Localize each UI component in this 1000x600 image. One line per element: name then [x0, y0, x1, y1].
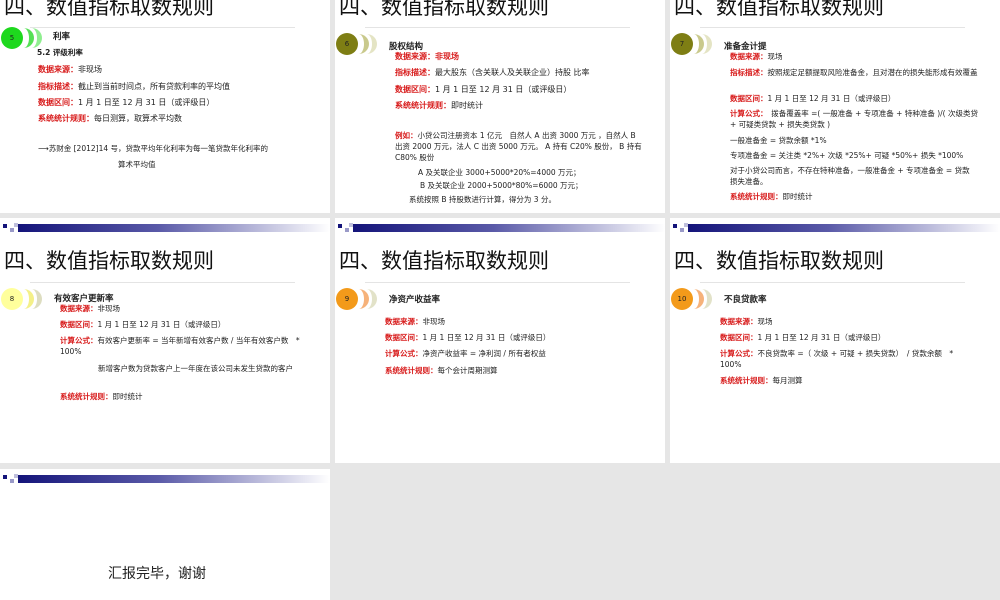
closing-text: 汇报完毕，谢谢 — [108, 566, 206, 582]
divider — [700, 282, 965, 283]
note-cont: 算术平均值 — [118, 160, 156, 169]
reserve-note: 对于小贷公司而言，不存在特种准备，一般准备金 + 专项准备金 = 贷款损失准备。 — [730, 166, 970, 186]
slide-title: 四、数值指标取数规则 — [4, 249, 214, 273]
line-formula: 计算公式：有效客户更新率 = 当年新增有效客户数 / 当年有效客户数 * 100… — [60, 336, 300, 356]
line-formula: 计算公式：不良贷款率 =（ 次级 + 可疑 + 损失贷款） / 贷款余额 * 1… — [720, 349, 954, 369]
general-reserve: 一般准备金 = 贷款余额 *1% — [730, 136, 827, 145]
slide-title: 四、数值指标取数规则 — [339, 249, 549, 273]
slide-8[interactable]: 四、数值指标取数规则 8 有效客户更新率 数据来源：非现场 数据区间：1 月 1… — [0, 218, 330, 463]
slide-title: 四、数值指标取数规则 — [674, 0, 884, 19]
divider — [30, 27, 295, 28]
slide-7[interactable]: 四、数值指标取数规则 7 准备金计提 数据来源：现场 指标描述：按照规定足额提取… — [670, 0, 1000, 213]
line-rule: 系统统计规则：每月测算 — [720, 376, 803, 385]
slide-title: 四、数值指标取数规则 — [4, 0, 214, 19]
divider — [365, 27, 630, 28]
divider — [700, 27, 965, 28]
header-bar — [0, 473, 330, 483]
header-bar — [670, 222, 1000, 232]
line-source: 数据来源：非现场 — [38, 65, 102, 74]
header-bar — [335, 222, 665, 232]
line-rule: 系统统计规则：即时统计 — [730, 192, 813, 201]
calc-b: B 及关联企业 2000+5000*80%=6000 万元； — [420, 181, 583, 190]
divider — [365, 282, 630, 283]
line-source: 数据来源：非现场 — [60, 304, 120, 313]
line-source: 数据来源：现场 — [730, 52, 783, 61]
slide-6[interactable]: 四、数值指标取数规则 6 股权结构 数据来源：非现场 指标描述：最大股东（含关联… — [335, 0, 665, 213]
line-rule: 系统统计规则：即时统计 — [395, 101, 483, 110]
new-customer-note: 新增客户数为贷款客户上一年度在该公司未发生贷款的客户 — [98, 364, 293, 373]
line-rule: 系统统计规则：每日测算，取算术平均数 — [38, 114, 182, 123]
item-title: 利率 — [53, 32, 71, 42]
line-formula: 计算公式： 拨备覆盖率 =( 一般准备 + 专项准备 + 特种准备 )/( 次级… — [730, 109, 978, 129]
number-bullet: 8 — [1, 288, 47, 312]
number-bullet: 10 — [671, 288, 717, 312]
line-rule: 系统统计规则：每个会计周期测算 — [385, 366, 498, 375]
divider — [30, 282, 295, 283]
slide-9[interactable]: 四、数值指标取数规则 9 净资产收益率 数据来源：非现场 数据区间：1 月 1 … — [335, 218, 665, 463]
line-range: 数据区间：1 月 1 日至 12 月 31 日（或评级日） — [385, 333, 551, 342]
line-source: 数据来源：非现场 — [385, 317, 445, 326]
line-range: 数据区间：1 月 1 日至 12 月 31 日（或评级日） — [730, 94, 896, 103]
item-title: 净资产收益率 — [389, 295, 441, 305]
example: 例如：小贷公司注册资本 1 亿元 自然人 A 出资 3000 万元 ，自然人 B… — [395, 131, 642, 162]
line-range: 数据区间：1 月 1 日至 12 月 31 日（或评级日） — [720, 333, 886, 342]
note: ⟶苏财金 [2012]14 号，贷款平均年化利率为每一笔贷款年化利率的 — [38, 144, 269, 153]
line-source: 数据来源：非现场 — [395, 52, 459, 61]
slide-title: 四、数值指标取数规则 — [339, 0, 549, 19]
special-reserve: 专项准备金 = 关注类 *2%+ 次级 *25%+ 可疑 *50%+ 损失 *1… — [730, 151, 964, 160]
line-range: 数据区间：1 月 1 日至 12 月 31 日（或评级日） — [60, 320, 226, 329]
item-subtitle: 5.2 评级利率 — [37, 48, 83, 57]
item-title: 不良贷款率 — [724, 295, 767, 305]
line-range: 数据区间：1 月 1 日至 12 月 31 日（或评级日） — [38, 98, 215, 107]
calc-a: A 及关联企业 3000+5000*20%=4000 万元； — [418, 168, 581, 177]
line-desc: 指标描述：截止到当前时间点，所有贷款利率的平均值 — [38, 82, 230, 91]
number-bullet: 9 — [336, 288, 382, 312]
number-bullet: 7 — [671, 33, 717, 57]
result: 系统按照 B 持股数进行计算，得分为 3 分。 — [409, 195, 556, 204]
line-desc: 指标描述：最大股东（含关联人及关联企业）持股 比率 — [395, 68, 590, 77]
slide-5[interactable]: 四、数值指标取数规则 5 利率 5.2 评级利率 数据来源：非现场 指标描述：截… — [0, 0, 330, 213]
line-desc: 指标描述：按照规定足额提取风险准备金，且对潜在的损失能形成有效覆盖 — [730, 68, 978, 77]
slide-title: 四、数值指标取数规则 — [674, 249, 884, 273]
slide-closing[interactable]: 汇报完毕，谢谢 — [0, 469, 330, 600]
number-bullet: 6 — [336, 33, 382, 57]
slide-10[interactable]: 四、数值指标取数规则 10 不良贷款率 数据来源：现场 数据区间：1 月 1 日… — [670, 218, 1000, 463]
header-bar — [0, 222, 330, 232]
line-formula: 计算公式：净资产收益率 = 净利润 / 所有者权益 — [385, 349, 546, 358]
line-rule: 系统统计规则：即时统计 — [60, 392, 143, 401]
line-source: 数据来源：现场 — [720, 317, 773, 326]
line-range: 数据区间：1 月 1 日至 12 月 31 日（或评级日） — [395, 85, 572, 94]
